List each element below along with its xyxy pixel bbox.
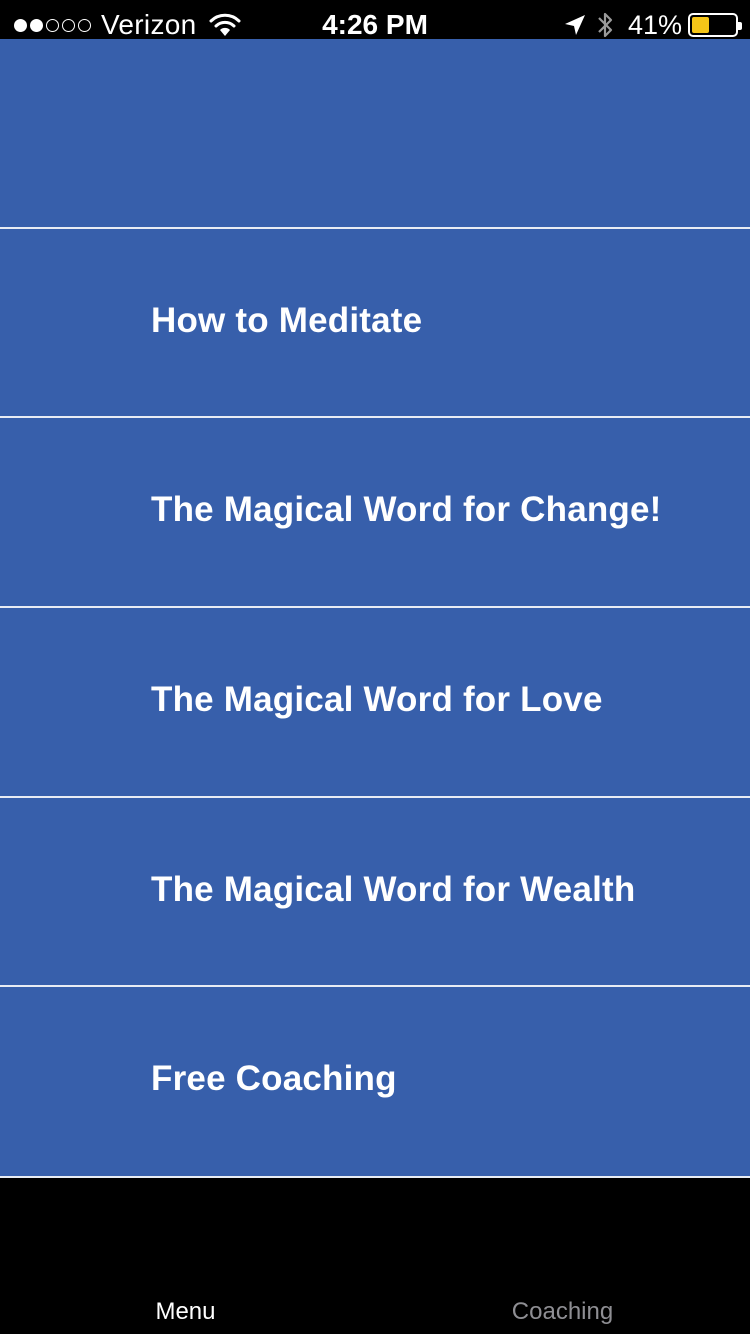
menu-item-partial[interactable] — [0, 39, 750, 227]
menu-item-magical-word-wealth[interactable]: The Magical Word for Wealth — [0, 796, 750, 984]
menu-item-label: The Magical Word for Wealth — [151, 870, 636, 909]
location-arrow-icon — [564, 15, 585, 35]
menu-item-magical-word-love[interactable]: The Magical Word for Love — [0, 606, 750, 794]
tab-coaching-label: Coaching — [511, 1298, 614, 1325]
menu-item-label: The Magical Word for Change! — [151, 490, 662, 529]
tab-bar: Menu Coaching — [0, 1178, 750, 1334]
status-right: 41% — [564, 9, 742, 41]
menu-item-label: Free Coaching — [151, 1059, 397, 1098]
menu-list: How to Meditate The Magical Word for Cha… — [0, 39, 750, 1177]
app-screen: Verizon 4:26 PM 41% How to Meditate The … — [0, 0, 750, 1334]
menu-item-magical-word-change[interactable]: The Magical Word for Change! — [0, 416, 750, 604]
bluetooth-icon — [598, 12, 613, 38]
battery-percent: 41% — [627, 9, 682, 40]
tab-menu[interactable]: Menu — [0, 1298, 375, 1326]
tab-coaching[interactable]: Coaching — [375, 1298, 750, 1326]
menu-item-how-to-meditate[interactable]: How to Meditate — [0, 227, 750, 415]
battery-level-fill — [692, 17, 709, 33]
battery-cap — [738, 22, 742, 30]
tab-menu-label: Menu — [155, 1298, 216, 1325]
battery-icon — [688, 13, 742, 37]
menu-item-free-coaching[interactable]: Free Coaching — [0, 985, 750, 1173]
menu-item-label: How to Meditate — [151, 301, 423, 340]
menu-item-label: The Magical Word for Love — [151, 680, 603, 719]
